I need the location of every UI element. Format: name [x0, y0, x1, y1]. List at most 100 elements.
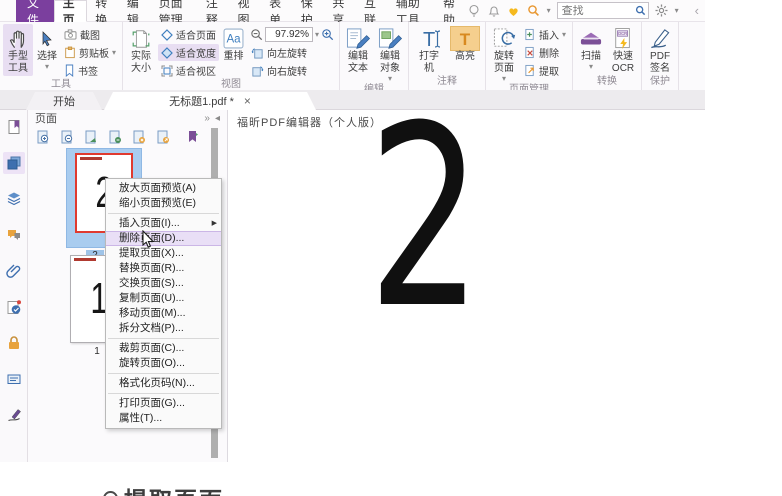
zoom-in-icon[interactable]	[321, 28, 334, 41]
mark-pages-icon[interactable]	[186, 130, 200, 144]
menu-tab-protect[interactable]: 保护	[293, 0, 325, 22]
menu-item-move-pages[interactable]: 移动页面(M)...	[106, 306, 221, 321]
delete-page-icon	[524, 46, 536, 59]
bookmark-button[interactable]: 书签	[61, 62, 119, 79]
hand-tool-button[interactable]: 手型工具	[3, 24, 33, 76]
menu-item-extract-pages[interactable]: 提取页面(X)...	[106, 246, 221, 261]
tab-start[interactable]: 开始	[26, 92, 102, 110]
comments-panel-icon[interactable]	[3, 224, 25, 246]
menu-item-swap-pages[interactable]: 交换页面(S)...	[106, 276, 221, 291]
caption-text: 提取页面	[124, 481, 224, 496]
document-view[interactable]: 福昕PDF编辑器（个人版）	[229, 110, 782, 462]
menu-tab-convert[interactable]: 转换	[87, 0, 119, 22]
menu-tab-edit[interactable]: 编辑	[119, 0, 151, 22]
extract-page-icon[interactable]	[156, 130, 170, 144]
bell-icon[interactable]	[487, 4, 501, 18]
menu-tab-connect[interactable]: 互联	[356, 0, 388, 22]
fit-page-button[interactable]: 适合页面	[158, 26, 219, 43]
delete-page-icon[interactable]	[132, 130, 146, 144]
select-tool-button[interactable]: 选择 ▾	[35, 24, 59, 72]
bookmarks-panel-icon[interactable]	[3, 116, 25, 138]
menu-tab-view[interactable]: 视图	[229, 0, 261, 22]
insert-page-icon[interactable]	[84, 130, 98, 144]
menu-item-rotate-pages[interactable]: 旋转页面(O)...	[106, 356, 221, 371]
menu-item-crop-pages[interactable]: 裁剪页面(C)...	[106, 341, 221, 356]
extract-page-button[interactable]: 提取	[521, 62, 569, 79]
menu-separator	[108, 338, 219, 339]
fit-visible-button[interactable]: 适合视区	[158, 62, 219, 79]
menu-item-delete-pages[interactable]: 删除页面(D)...	[106, 231, 221, 246]
svg-text:T: T	[423, 29, 435, 51]
document-tab-title: 无标题1.pdf *	[169, 93, 234, 109]
caret-down-icon: ▾	[589, 63, 593, 71]
security-panel-icon[interactable]	[3, 332, 25, 354]
search-icon[interactable]	[634, 4, 648, 18]
typewriter-button[interactable]: T 打字机	[412, 24, 446, 76]
attachments-panel-icon[interactable]	[3, 260, 25, 282]
screenshot-button[interactable]: 截图	[61, 26, 119, 43]
fields-panel-icon[interactable]	[3, 368, 25, 390]
layers-panel-icon[interactable]	[3, 188, 25, 210]
hand-icon	[7, 26, 29, 51]
search-box[interactable]	[557, 2, 649, 19]
file-menu-button[interactable]: 文件	[16, 0, 54, 22]
favorites-heart-icon[interactable]	[507, 4, 521, 18]
menu-tab-home[interactable]: 主页	[54, 0, 88, 22]
scan-button[interactable]: 扫描 ▾	[576, 24, 606, 72]
rotate-left-button[interactable]: 向左旋转	[248, 44, 336, 61]
replace-page-icon[interactable]	[108, 130, 122, 144]
edit-text-button[interactable]: 编辑文本	[343, 24, 373, 76]
caret-down-icon[interactable]: ▾	[547, 7, 551, 15]
rotate-pages-button[interactable]: 旋转页面 ▾	[489, 24, 519, 84]
scanner-icon	[578, 26, 604, 51]
insert-page-button[interactable]: 插入 ▾	[521, 26, 569, 43]
menu-item-insert-pages[interactable]: 插入页面(I)... ▶	[106, 216, 221, 231]
menu-item-replace-pages[interactable]: 替换页面(R)...	[106, 261, 221, 276]
zoom-out-icon[interactable]	[250, 28, 263, 41]
menu-item-zoom-out-preview[interactable]: 缩小页面预览(E)	[106, 196, 221, 211]
menu-tab-share[interactable]: 共享	[324, 0, 356, 22]
tab-document[interactable]: 无标题1.pdf * ×	[104, 92, 316, 110]
enlarge-thumbnail-icon[interactable]	[36, 130, 50, 144]
search-input[interactable]	[558, 5, 634, 17]
menu-item-properties[interactable]: 属性(T)...	[106, 411, 221, 426]
collapse-ribbon-icon[interactable]: ‹	[695, 3, 699, 18]
menu-tab-help[interactable]: 帮助	[435, 0, 467, 22]
thumbnail-context-menu: 放大页面预览(A) 缩小页面预览(E) 插入页面(I)... ▶ 删除页面(D)…	[105, 178, 222, 429]
reflow-button[interactable]: Aa 重排	[221, 24, 246, 64]
bulb-icon[interactable]	[467, 4, 481, 18]
menu-item-format-page-numbers[interactable]: 格式化页码(N)...	[106, 376, 221, 391]
highlight-icon: T	[450, 26, 480, 51]
close-tab-icon[interactable]: ×	[244, 95, 251, 107]
page-thumbnails-panel-icon[interactable]	[3, 152, 25, 174]
menu-item-zoom-in-preview[interactable]: 放大页面预览(A)	[106, 181, 221, 196]
caret-down-icon[interactable]: ▾	[675, 7, 679, 15]
actual-size-button[interactable]: 实际大小	[126, 24, 156, 76]
highlight-button[interactable]: T 高亮	[448, 24, 482, 64]
shrink-thumbnail-icon[interactable]	[60, 130, 74, 144]
menu-tab-form[interactable]: 表单	[261, 0, 293, 22]
insert-page-icon	[524, 28, 536, 41]
menu-item-split-document[interactable]: 拆分文档(P)...	[106, 321, 221, 336]
caret-down-icon[interactable]: ▾	[315, 31, 319, 39]
sign-panel-icon[interactable]	[3, 404, 25, 426]
delete-page-button[interactable]: 删除	[521, 44, 569, 61]
gear-icon[interactable]	[655, 4, 669, 18]
menu-tab-page-management[interactable]: 页面管理	[151, 0, 198, 22]
rotate-right-button[interactable]: 向右旋转	[248, 62, 336, 79]
fit-width-icon	[161, 47, 173, 59]
menu-item-print-pages[interactable]: 打印页面(G)...	[106, 396, 221, 411]
fit-width-button[interactable]: 适合宽度	[158, 44, 219, 61]
menu-tab-accessibility[interactable]: 辅助工具	[388, 0, 435, 22]
quick-search-icon[interactable]	[527, 4, 541, 18]
pdf-sign-button[interactable]: PDF签名	[645, 24, 675, 76]
digital-signatures-panel-icon[interactable]	[3, 296, 25, 318]
menu-item-duplicate-pages[interactable]: 复制页面(U)...	[106, 291, 221, 306]
clipboard-button[interactable]: 剪贴板 ▾	[61, 44, 119, 61]
collapse-panel-icon[interactable]: ◂	[215, 113, 220, 124]
bookmark-icon	[64, 64, 75, 77]
quick-ocr-button[interactable]: OCR 快速OCR	[608, 24, 638, 76]
menu-tab-comment[interactable]: 注释	[198, 0, 230, 22]
zoom-level-field[interactable]: 97.92%	[265, 27, 313, 42]
pin-panel-icon[interactable]: »	[204, 113, 210, 124]
